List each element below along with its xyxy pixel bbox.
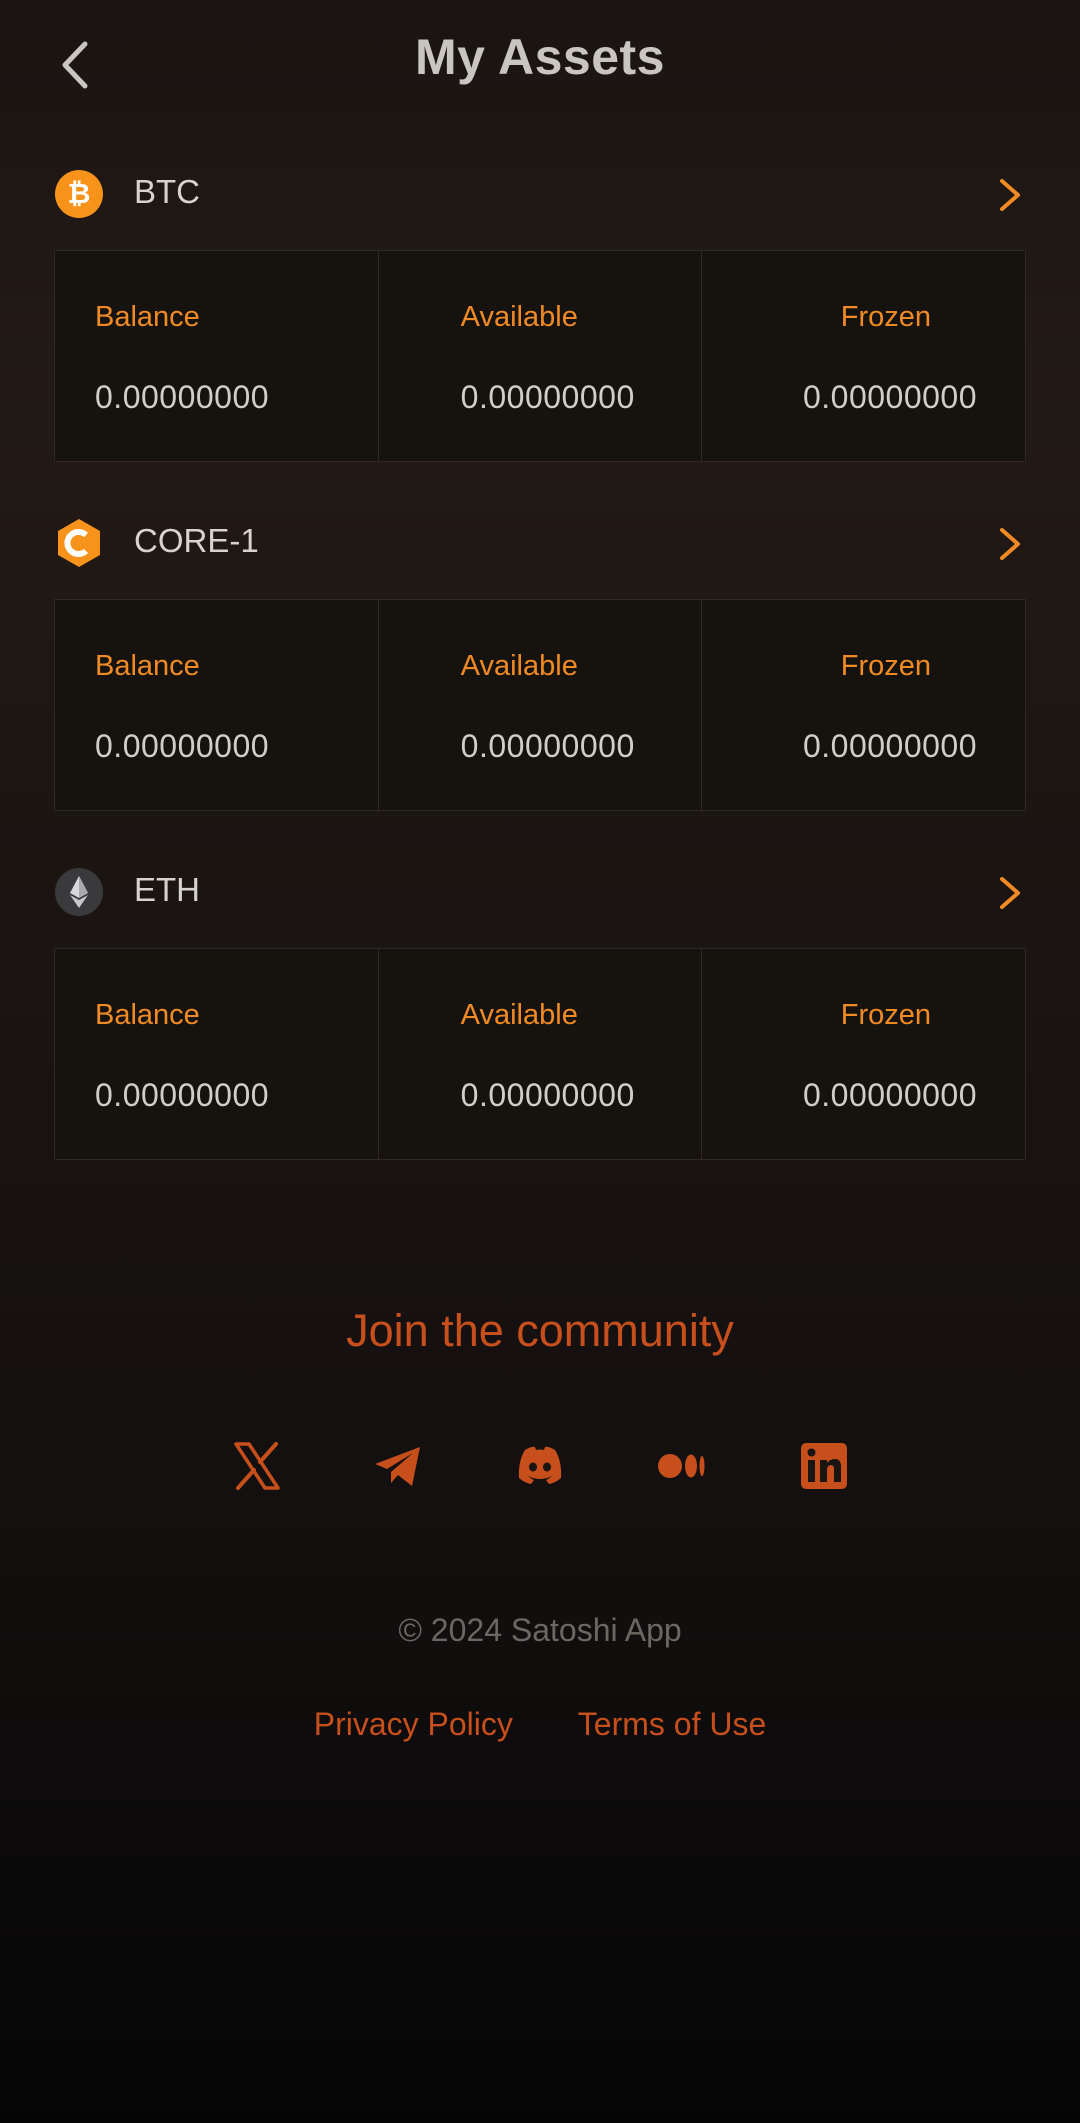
asset-row-core[interactable]: CORE-1 [54,504,1026,584]
core-icon [58,519,100,567]
available-cell: Available 0.00000000 [379,251,703,461]
chevron-right-icon[interactable] [992,175,1026,215]
asset-card-core: CORE-1 Balance 0.00000000 Available 0.00… [54,504,1026,811]
balance-value: 0.00000000 [95,379,270,415]
asset-name: CORE-1 [134,522,259,559]
frozen-cell: Frozen 0.00000000 [702,949,1025,1159]
discord-link[interactable] [512,1438,568,1494]
balance-cell: Balance 0.00000000 [55,251,379,461]
privacy-policy-link[interactable]: Privacy Policy [314,1706,513,1742]
footer-links: Privacy Policy Terms of Use [0,1706,1080,1743]
balance-cell: Balance 0.00000000 [55,600,379,810]
header: My Assets [0,0,1080,124]
available-label: Available [460,301,578,333]
medium-icon [658,1454,705,1478]
svg-text:₿: ₿ [68,177,91,210]
x-link[interactable] [229,1438,285,1494]
community-title: Join the community [346,1305,734,1356]
frozen-value: 0.00000000 [802,379,978,415]
asset-stats: Balance 0.00000000 Available 0.00000000 … [54,599,1026,811]
available-value: 0.00000000 [460,379,635,415]
balance-value: 0.00000000 [95,728,270,764]
linkedin-link[interactable] [796,1438,852,1494]
available-label: Available [460,650,578,682]
asset-row-btc[interactable]: ₿ BTC [54,155,1026,235]
available-cell: Available 0.00000000 [379,600,703,810]
balance-label: Balance [95,650,200,682]
balance-label: Balance [95,999,200,1031]
copyright: © 2024 Satoshi App [398,1612,682,1648]
medium-link[interactable] [654,1438,710,1494]
chevron-right-icon[interactable] [992,873,1026,913]
asset-name: ETH [134,871,200,908]
terms-of-use-link[interactable]: Terms of Use [578,1706,766,1742]
chevron-right-icon[interactable] [992,524,1026,564]
ethereum-icon [55,868,103,916]
asset-row-eth[interactable]: ETH [54,853,1026,933]
discord-icon [518,1446,562,1484]
asset-card-btc: ₿ BTC Balance 0.00000000 Available 0.000… [54,155,1026,462]
social-links [0,1438,1080,1498]
telegram-link[interactable] [370,1438,426,1494]
telegram-icon [375,1447,420,1486]
balance-value: 0.00000000 [95,1077,270,1113]
linkedin-icon [801,1443,847,1489]
frozen-cell: Frozen 0.00000000 [702,600,1025,810]
available-cell: Available 0.00000000 [379,949,703,1159]
asset-stats: Balance 0.00000000 Available 0.00000000 … [54,250,1026,462]
frozen-value: 0.00000000 [802,1077,978,1113]
available-value: 0.00000000 [460,728,635,764]
frozen-label: Frozen [840,301,932,333]
asset-name: BTC [134,173,200,210]
balance-label: Balance [95,301,200,333]
asset-stats: Balance 0.00000000 Available 0.00000000 … [54,948,1026,1160]
frozen-cell: Frozen 0.00000000 [702,251,1025,461]
bitcoin-icon: ₿ [55,170,103,218]
asset-card-eth: ETH Balance 0.00000000 Available 0.00000… [54,853,1026,1160]
frozen-label: Frozen [840,650,932,682]
available-label: Available [460,999,578,1031]
balance-cell: Balance 0.00000000 [55,949,379,1159]
frozen-label: Frozen [840,999,932,1031]
frozen-value: 0.00000000 [802,728,978,764]
page-title: My Assets [415,29,665,85]
x-icon [234,1442,280,1490]
available-value: 0.00000000 [460,1077,635,1113]
